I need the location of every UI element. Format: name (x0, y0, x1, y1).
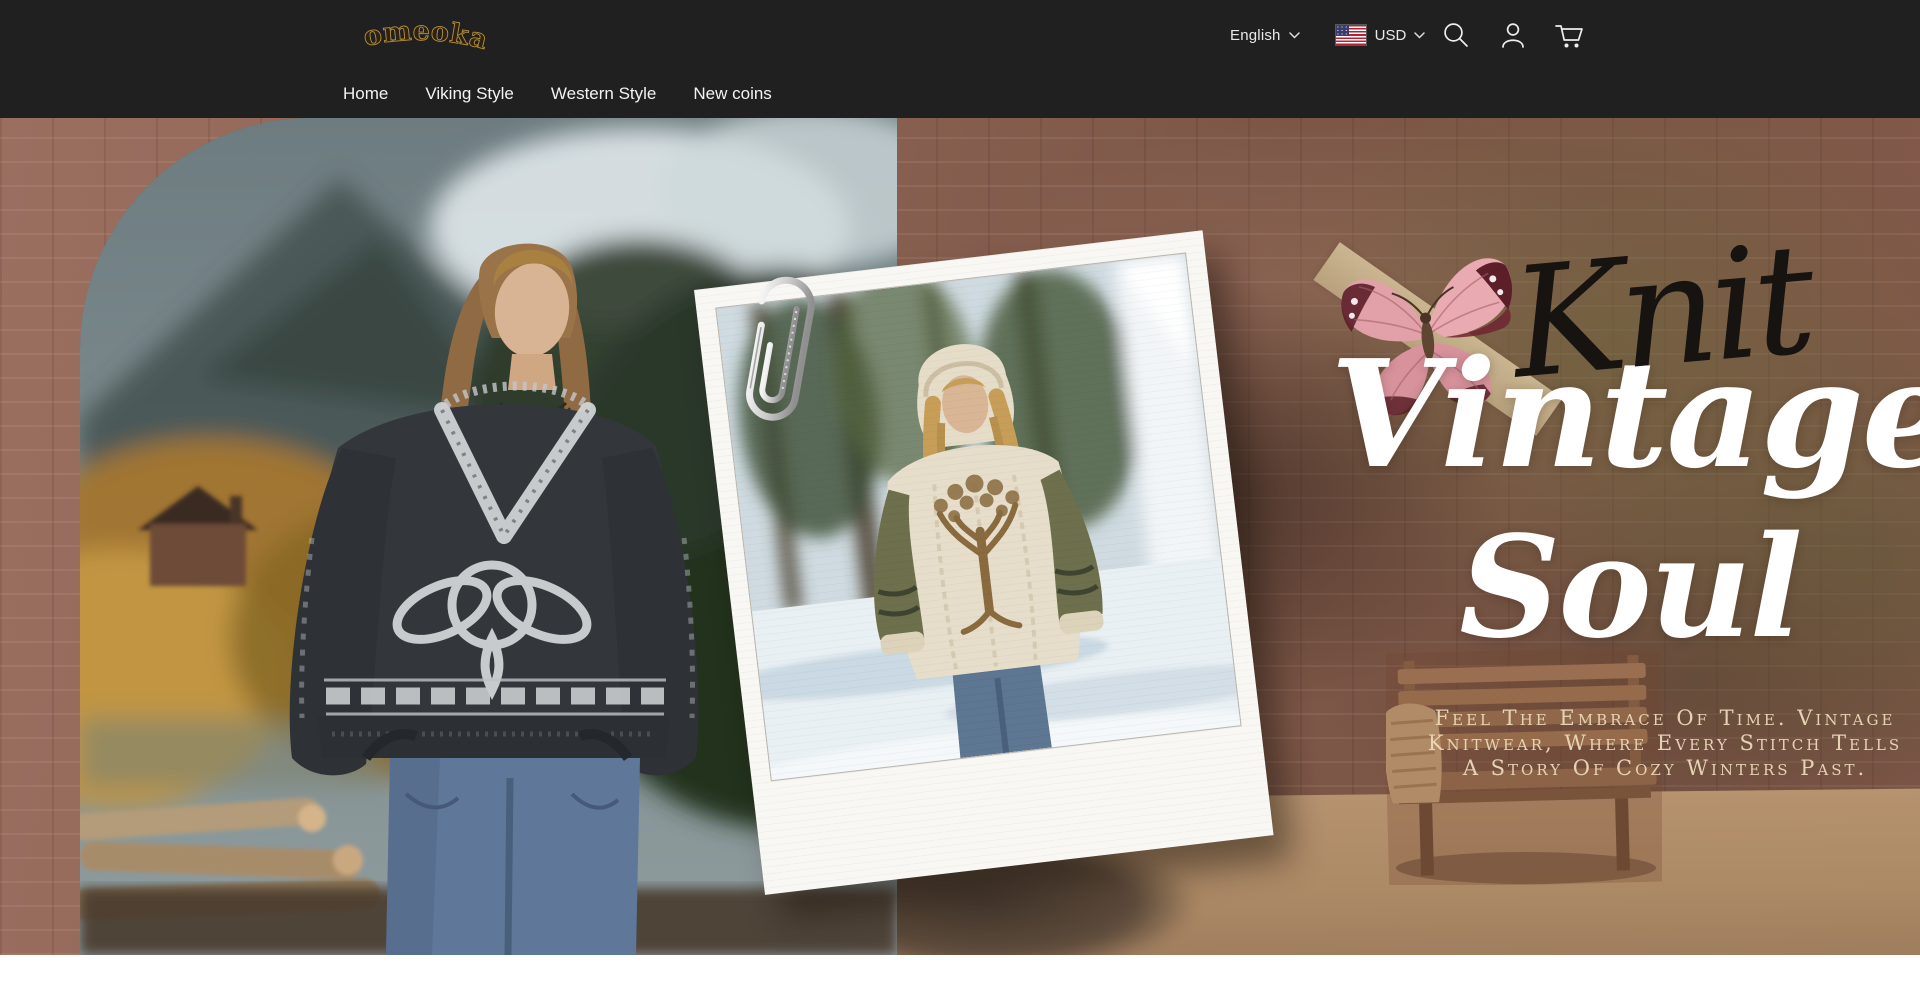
us-flag-icon[interactable] (1336, 25, 1366, 45)
bottom-white-strip (0, 955, 1920, 993)
nav-viking-style[interactable]: Viking Style (425, 84, 514, 104)
svg-text:Homeokat: Homeokat (352, 8, 486, 56)
logo-text: Homeokat (352, 8, 486, 56)
site-header: Homeokat English USD (0, 0, 1920, 118)
account-button[interactable] (1499, 20, 1527, 50)
cart-button[interactable] (1553, 20, 1585, 50)
search-button[interactable] (1441, 20, 1471, 50)
main-nav: Home Viking Style Western Style New coin… (343, 70, 772, 118)
nav-home[interactable]: Home (343, 84, 388, 104)
flag-canton (1336, 25, 1349, 36)
search-icon (1441, 20, 1471, 50)
hero-banner: Vintage Soul Knit Feel The Embrace Of Ti… (0, 118, 1920, 955)
language-selector[interactable]: English (1230, 27, 1281, 44)
site-logo[interactable]: Homeokat (352, 8, 486, 60)
hero-tagline: Feel The Embrace Of Time. Vintage Knitwe… (1420, 706, 1910, 782)
header-controls: English USD (1230, 0, 1585, 70)
chevron-down-icon[interactable] (1414, 32, 1425, 39)
account-icon (1499, 20, 1527, 50)
nav-new-coins[interactable]: New coins (693, 84, 771, 104)
chevron-down-icon[interactable] (1289, 32, 1300, 39)
cart-icon (1553, 20, 1585, 50)
nav-western-style[interactable]: Western Style (551, 84, 657, 104)
hero-script-word: Knit (1506, 223, 1815, 400)
logo-wordmark-icon: Homeokat (352, 8, 486, 60)
currency-selector[interactable]: USD (1375, 27, 1407, 44)
hero-title-line2: Soul (1330, 518, 1920, 658)
